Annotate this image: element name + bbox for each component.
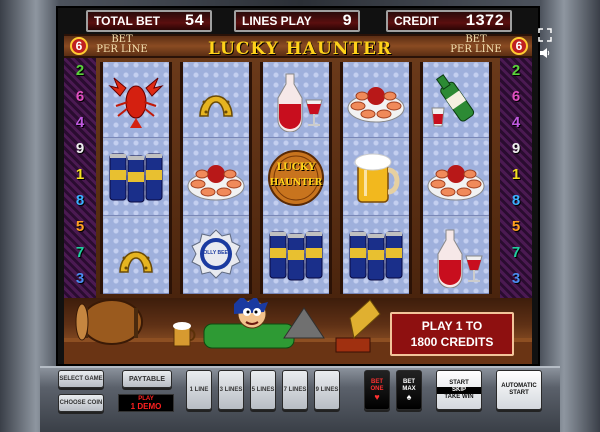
right-line-6: 6 xyxy=(511,88,521,105)
left-line-5: 5 xyxy=(75,218,85,235)
skip-label: SKIP xyxy=(437,386,481,394)
demo-bottom: 1 DEMO xyxy=(130,402,162,411)
line-5-button[interactable]: 5 LINES xyxy=(250,370,276,410)
right-line-7: 7 xyxy=(511,244,521,261)
shrimp-plate-icon xyxy=(423,140,489,216)
bet-max-top: BET xyxy=(403,378,415,385)
left-line-9: 9 xyxy=(75,140,85,157)
lines-play-value: 9 xyxy=(342,12,352,30)
right-line-2: 2 xyxy=(511,62,521,79)
left-line-8: 8 xyxy=(75,192,85,209)
horseshoe-icon xyxy=(103,218,169,294)
spade-icon: ♠ xyxy=(406,391,412,402)
line-1-button[interactable]: 1 LINE xyxy=(186,370,212,410)
bet-per-line-bottom-left: PER LINE xyxy=(96,44,148,55)
reel-4 xyxy=(340,62,412,294)
auto-start-bottom: START xyxy=(509,390,529,396)
reel-3: LUCKY HAUNTER xyxy=(260,62,332,294)
start-label: START xyxy=(449,379,469,386)
beer-cans-icon xyxy=(343,218,409,294)
cap-text: JOLLY BEER xyxy=(200,250,232,256)
left-line-4: 4 xyxy=(75,114,85,131)
shrimp-plate-icon xyxy=(183,140,249,216)
line-3-button[interactable]: 3 LINES xyxy=(218,370,244,410)
heart-icon: ♥ xyxy=(374,391,380,402)
green-bottle-icon xyxy=(423,62,489,138)
promo-line2: 1800 CREDITS xyxy=(410,335,494,349)
left-line-2: 2 xyxy=(75,62,85,79)
automatic-start-button[interactable]: AUTOMATIC START xyxy=(496,370,542,410)
reel-5 xyxy=(420,62,492,294)
reel-1 xyxy=(100,62,172,294)
auto-start-top: AUTOMATIC xyxy=(501,383,537,389)
line-9-button[interactable]: 9 LINES xyxy=(314,370,340,410)
total-bet-meter: TOTAL BET 54 xyxy=(86,10,212,32)
logo-text-bottom: HAUNTER xyxy=(269,178,323,188)
beer-cans-icon xyxy=(263,218,329,294)
bet-one-top: BET xyxy=(371,378,383,385)
promo-line1: PLAY 1 TO xyxy=(421,319,483,333)
reel-2: JOLLY BEER xyxy=(180,62,252,294)
select-game-button[interactable]: SELECT GAME xyxy=(58,370,104,388)
bet-one-button[interactable]: BET ONE ♥ xyxy=(364,370,390,410)
bet-per-line-label-right: BET PER LINE xyxy=(446,35,506,55)
horseshoe-icon xyxy=(183,62,249,138)
beer-mug-icon xyxy=(343,140,409,216)
demo-indicator: PLAY 1 DEMO xyxy=(118,394,174,412)
logo-text-top: LUCKY xyxy=(276,162,316,173)
lines-play-meter: LINES PLAY 9 xyxy=(234,10,360,32)
right-line-3: 3 xyxy=(511,270,521,287)
bottle-cap-icon: JOLLY BEER xyxy=(183,218,249,294)
wine-carafe-icon xyxy=(263,62,329,138)
choose-coin-button[interactable]: CHOOSE COIN xyxy=(58,394,104,412)
bet-per-line-label-left: BET PER LINE xyxy=(92,35,152,55)
bet-per-line-bottom-right: PER LINE xyxy=(450,44,502,55)
line-7-button[interactable]: 7 LINES xyxy=(282,370,308,410)
right-line-1: 1 xyxy=(511,166,521,183)
beer-cans-icon xyxy=(103,140,169,216)
lobster-icon xyxy=(103,62,169,138)
barrel-icon xyxy=(75,299,143,345)
start-skip-takewin-button[interactable]: START SKIP TAKE WIN xyxy=(436,370,482,410)
bet-per-line-badge-left: 6 xyxy=(70,37,88,55)
lines-play-label: LINES PLAY xyxy=(242,14,312,28)
reel-area: JOLLY BEER LUCKY HAUNTER xyxy=(96,58,500,298)
right-line-8: 8 xyxy=(511,192,521,209)
bet-per-line-badge-right: 6 xyxy=(510,37,528,55)
right-line-9: 9 xyxy=(511,140,521,157)
total-bet-label: TOTAL BET xyxy=(94,14,160,28)
total-bet-value: 54 xyxy=(184,12,204,30)
paytable-button[interactable]: PAYTABLE xyxy=(122,370,172,388)
bet-max-button[interactable]: BET MAX ♠ xyxy=(396,370,422,410)
left-line-3: 3 xyxy=(75,270,85,287)
lucky-haunter-logo-icon: LUCKY HAUNTER xyxy=(263,140,329,216)
promo-banner: PLAY 1 TO 1800 CREDITS xyxy=(390,312,514,356)
left-line-6: 6 xyxy=(75,88,85,105)
left-line-1: 1 xyxy=(75,166,85,183)
shrimp-plate-icon xyxy=(343,62,409,138)
credit-label: CREDIT xyxy=(394,14,439,28)
take-win-label: TAKE WIN xyxy=(444,393,474,400)
hunter-character-icon xyxy=(203,296,295,349)
credit-value: 1372 xyxy=(465,12,504,30)
credit-meter: CREDIT 1372 xyxy=(386,10,512,32)
wine-carafe-icon xyxy=(423,218,489,294)
line-indicator-left: 2 6 4 9 1 8 5 7 3 xyxy=(64,58,96,298)
right-line-4: 4 xyxy=(511,114,521,131)
left-line-7: 7 xyxy=(75,244,85,261)
right-line-5: 5 xyxy=(511,218,521,235)
line-indicator-right: 2 6 4 9 1 8 5 7 3 xyxy=(500,58,532,298)
